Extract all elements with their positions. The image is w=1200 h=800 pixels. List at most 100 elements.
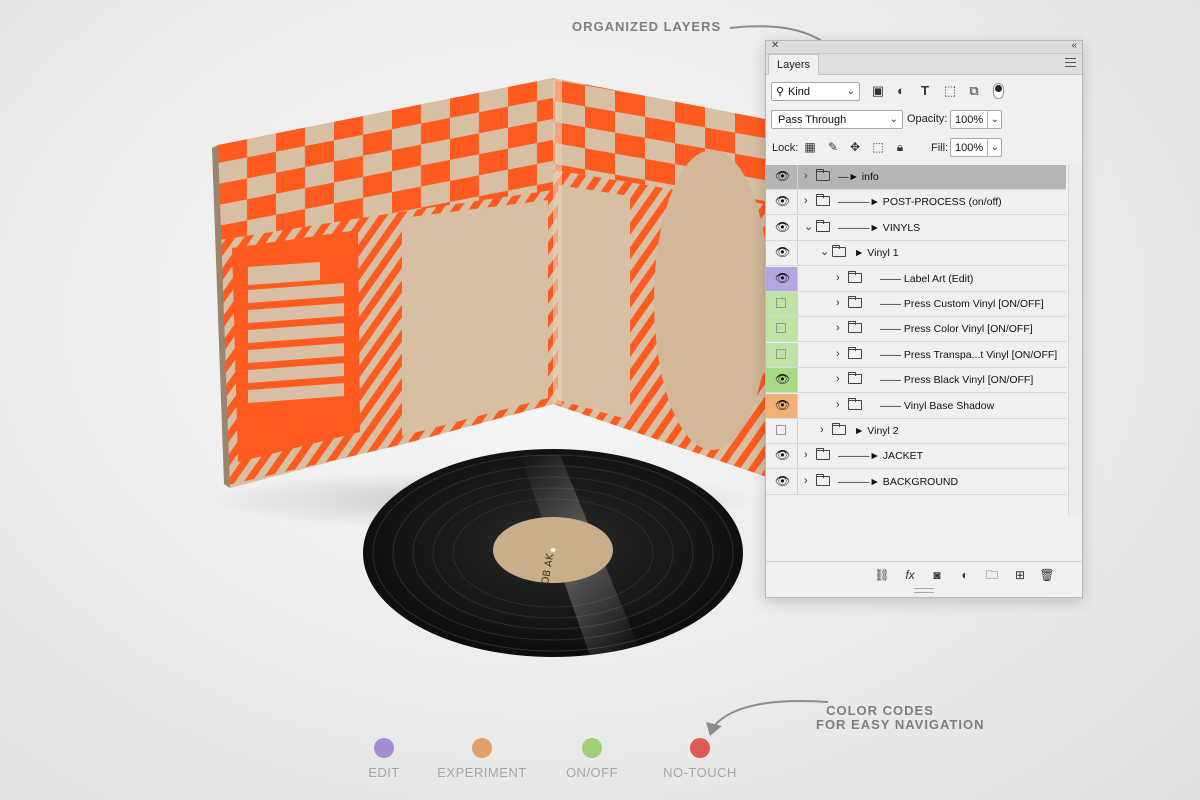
layers-scrollbar[interactable]: [1068, 165, 1082, 515]
chevron-right-icon[interactable]: ›: [820, 423, 824, 437]
fx-icon[interactable]: fx: [902, 567, 918, 583]
layer-row[interactable]: 👁︎ › —— Press Black Vinyl [ON/OFF]: [766, 368, 1066, 394]
chevron-right-icon[interactable]: ›: [836, 271, 840, 285]
eye-icon[interactable]: 👁︎: [775, 194, 790, 208]
layer-row[interactable]: 👁︎ ⌄ ———► VINYLS: [766, 215, 1066, 241]
eye-icon[interactable]: 👁︎: [775, 474, 790, 488]
smart-object-filter-icon[interactable]: ⧉: [965, 82, 983, 100]
image-filter-icon[interactable]: ▣: [869, 82, 887, 100]
layer-name[interactable]: —— Press Black Vinyl [ON/OFF]: [880, 368, 1033, 392]
trash-icon[interactable]: 🗑︎: [1039, 567, 1055, 583]
eye-icon[interactable]: 👁︎: [775, 398, 790, 412]
panel-resize-grip[interactable]: [914, 588, 934, 593]
chevron-right-icon[interactable]: ›: [804, 448, 808, 462]
folder-icon: [816, 473, 830, 486]
eye-icon[interactable]: 👁︎: [775, 372, 790, 386]
eye-icon[interactable]: 👁︎: [775, 245, 790, 259]
layer-row[interactable]: 👁︎ › ———► BACKGROUND: [766, 469, 1066, 495]
layer-row[interactable]: › —— Press Transpa...t Vinyl [ON/OFF]: [766, 342, 1066, 368]
eye-icon[interactable]: 👁︎: [775, 220, 790, 234]
visibility-off-box[interactable]: [776, 298, 786, 308]
tab-layers[interactable]: Layers: [768, 54, 820, 75]
type-filter-icon[interactable]: T: [916, 82, 934, 100]
layer-name[interactable]: ———► JACKET: [838, 444, 923, 468]
adjustment-layer-icon[interactable]: ◐: [957, 567, 973, 583]
lock-artboard-icon[interactable]: ⬚: [870, 140, 886, 154]
chevron-right-icon[interactable]: ›: [836, 296, 840, 310]
layer-name[interactable]: —— Press Transpa...t Vinyl [ON/OFF]: [880, 343, 1057, 367]
chevron-down-icon[interactable]: ⌄: [986, 139, 999, 157]
visibility-cell[interactable]: [766, 317, 798, 342]
visibility-cell[interactable]: 👁︎: [766, 215, 798, 240]
chevron-right-icon[interactable]: ›: [804, 474, 808, 488]
lock-all-icon[interactable]: 🔒︎: [892, 140, 908, 155]
filter-kind-select[interactable]: ⚲ Kind ⌄: [771, 82, 860, 101]
visibility-cell[interactable]: 👁︎: [766, 393, 798, 418]
chevron-down-icon[interactable]: ⌄: [820, 245, 829, 259]
chevron-right-icon[interactable]: ›: [804, 169, 808, 183]
adjustment-filter-icon[interactable]: ◐: [892, 82, 910, 100]
chevron-down-icon[interactable]: ⌄: [804, 220, 813, 234]
eye-icon[interactable]: 👁︎: [775, 169, 790, 183]
lock-move-icon[interactable]: ✥: [847, 140, 863, 154]
layer-name[interactable]: ———► VINYLS: [838, 216, 920, 240]
layer-name[interactable]: ► Vinyl 2: [854, 419, 899, 443]
collapse-icon[interactable]: «: [1071, 40, 1077, 52]
visibility-cell[interactable]: 👁︎: [766, 266, 798, 291]
panel-titlebar[interactable]: ✕ «: [766, 40, 1082, 54]
chevron-right-icon[interactable]: ›: [804, 194, 808, 208]
layer-name[interactable]: —— Label Art (Edit): [880, 267, 973, 291]
layer-row[interactable]: 👁︎ › —— Vinyl Base Shadow: [766, 393, 1066, 419]
layer-row[interactable]: 👁︎ › ———► JACKET: [766, 444, 1066, 470]
search-icon: ⚲: [776, 86, 785, 98]
lock-transparent-icon[interactable]: ▦: [802, 140, 818, 154]
visibility-off-box[interactable]: [776, 425, 786, 435]
link-icon[interactable]: ⛓: [874, 567, 890, 583]
eye-icon[interactable]: 👁︎: [775, 271, 790, 285]
folder-icon: [832, 245, 846, 258]
visibility-cell[interactable]: [766, 342, 798, 367]
chevron-down-icon[interactable]: ⌄: [986, 111, 999, 129]
lock-brush-icon[interactable]: ✎: [825, 140, 841, 154]
visibility-cell[interactable]: 👁︎: [766, 444, 798, 469]
layer-name[interactable]: ► Vinyl 1: [854, 241, 899, 265]
visibility-off-box[interactable]: [776, 323, 786, 334]
fill-input[interactable]: 100% ⌄: [950, 138, 1002, 157]
eye-icon[interactable]: 👁︎: [775, 448, 790, 462]
chevron-right-icon[interactable]: ›: [836, 372, 840, 386]
layer-row[interactable]: 👁︎ › ———► POST-PROCESS (on/off): [766, 190, 1066, 216]
layer-row[interactable]: › —— Press Color Vinyl [ON/OFF]: [766, 317, 1066, 343]
mask-icon[interactable]: ◙: [929, 567, 945, 583]
visibility-cell[interactable]: 👁︎: [766, 241, 798, 266]
layer-name[interactable]: ———► BACKGROUND: [838, 470, 958, 494]
visibility-cell[interactable]: 👁︎: [766, 190, 798, 215]
layer-row[interactable]: 👁︎ ⌄ ► Vinyl 1: [766, 241, 1066, 267]
new-group-icon[interactable]: 🗀︎: [984, 567, 1000, 583]
new-layer-icon[interactable]: ⊞: [1012, 567, 1028, 583]
layer-name[interactable]: —— Vinyl Base Shadow: [880, 394, 994, 418]
layer-row[interactable]: › —— Press Custom Vinyl [ON/OFF]: [766, 292, 1066, 317]
visibility-cell[interactable]: 👁︎: [766, 165, 798, 189]
opacity-input[interactable]: 100% ⌄: [950, 110, 1002, 129]
visibility-cell[interactable]: 👁︎: [766, 469, 798, 494]
visibility-cell[interactable]: 👁︎: [766, 368, 798, 393]
filter-toggle[interactable]: [993, 83, 1004, 99]
layer-name[interactable]: —— Press Color Vinyl [ON/OFF]: [880, 317, 1033, 341]
blend-mode-select[interactable]: Pass Through ⌄: [771, 110, 903, 129]
chevron-right-icon[interactable]: ›: [836, 321, 840, 335]
visibility-cell[interactable]: [766, 419, 798, 443]
chevron-right-icon[interactable]: ›: [836, 398, 840, 412]
shape-filter-icon[interactable]: ⬚: [941, 82, 959, 100]
layer-name[interactable]: ———► POST-PROCESS (on/off): [838, 190, 1002, 214]
visibility-off-box[interactable]: [776, 348, 786, 359]
close-icon[interactable]: ✕: [771, 40, 779, 52]
panel-menu-icon[interactable]: [1065, 58, 1076, 67]
layer-name[interactable]: —► info: [838, 165, 879, 189]
layer-row[interactable]: 👁︎ › —► info: [766, 165, 1066, 190]
layer-row[interactable]: 👁︎ › —— Label Art (Edit): [766, 266, 1066, 292]
layer-name[interactable]: —— Press Custom Vinyl [ON/OFF]: [880, 292, 1044, 316]
lock-label: Lock:: [772, 142, 799, 154]
layer-row[interactable]: › ► Vinyl 2: [766, 419, 1066, 444]
visibility-cell[interactable]: [766, 292, 798, 316]
chevron-right-icon[interactable]: ›: [836, 347, 840, 361]
